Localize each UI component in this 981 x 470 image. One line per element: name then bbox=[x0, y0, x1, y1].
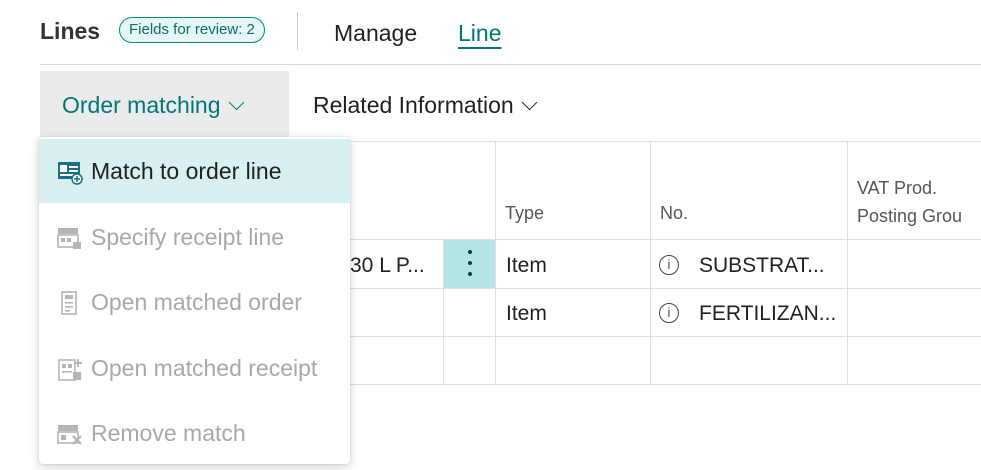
section-title: Lines bbox=[40, 18, 101, 44]
related-information-button[interactable]: Related Information bbox=[293, 71, 538, 139]
row1-no-cell[interactable]: SUBSTRAT... bbox=[699, 254, 825, 278]
menu-item-match-to-order-line[interactable]: Match to order line bbox=[39, 139, 350, 203]
open-matched-receipt-icon bbox=[58, 359, 82, 381]
row1-description-cell[interactable]: 30 L P... bbox=[350, 254, 425, 278]
info-icon[interactable]: i bbox=[659, 255, 679, 275]
menu-item-label: Match to order line bbox=[91, 158, 282, 184]
open-matched-order-icon bbox=[61, 291, 77, 315]
order-matching-label: Order matching bbox=[62, 92, 221, 118]
column-header-type[interactable]: Type bbox=[505, 201, 544, 225]
row2-no-cell[interactable]: FERTILIZAN... bbox=[699, 302, 836, 326]
menu-item-specify-receipt-line[interactable]: Specify receipt line bbox=[39, 205, 350, 269]
lines-header: Lines Fields for review: 2 Manage Line bbox=[0, 0, 981, 64]
grid-line bbox=[650, 141, 651, 385]
row1-actions-cell[interactable] bbox=[444, 240, 495, 288]
action-toolbar: Order matching Related Information bbox=[0, 65, 981, 141]
column-header-vat-line2[interactable]: Posting Grou bbox=[857, 204, 962, 228]
menu-item-label: Open matched receipt bbox=[91, 355, 318, 381]
info-icon[interactable]: i bbox=[659, 303, 679, 323]
column-header-vat-line1[interactable]: VAT Prod. bbox=[857, 176, 937, 200]
order-matching-menu: Match to order line Specify receipt line… bbox=[39, 137, 350, 464]
chevron-down-icon bbox=[521, 94, 538, 111]
row2-type-cell[interactable]: Item bbox=[506, 302, 547, 326]
menu-item-open-matched-receipt[interactable]: Open matched receipt bbox=[39, 336, 350, 400]
tab-manage[interactable]: Manage bbox=[334, 20, 417, 47]
menu-item-remove-match[interactable]: Remove match bbox=[39, 401, 350, 465]
menu-item-label: Open matched order bbox=[91, 289, 302, 315]
chevron-down-icon bbox=[228, 94, 244, 111]
menu-item-open-matched-order[interactable]: Open matched order bbox=[39, 270, 350, 334]
header-divider bbox=[297, 12, 298, 50]
grid-line bbox=[847, 141, 848, 385]
column-header-no[interactable]: No. bbox=[660, 201, 688, 225]
fields-for-review-badge[interactable]: Fields for review: 2 bbox=[119, 17, 265, 43]
order-matching-button[interactable]: Order matching bbox=[40, 71, 289, 139]
tab-line[interactable]: Line bbox=[458, 20, 501, 47]
menu-item-label: Specify receipt line bbox=[91, 224, 285, 250]
grid-line bbox=[495, 141, 496, 385]
specify-receipt-line-icon bbox=[57, 228, 81, 249]
more-options-icon bbox=[463, 250, 477, 278]
menu-item-label: Remove match bbox=[91, 420, 246, 446]
related-information-label: Related Information bbox=[313, 92, 514, 118]
remove-match-icon bbox=[57, 425, 82, 445]
match-order-line-icon bbox=[58, 162, 83, 185]
row1-type-cell[interactable]: Item bbox=[506, 254, 547, 278]
